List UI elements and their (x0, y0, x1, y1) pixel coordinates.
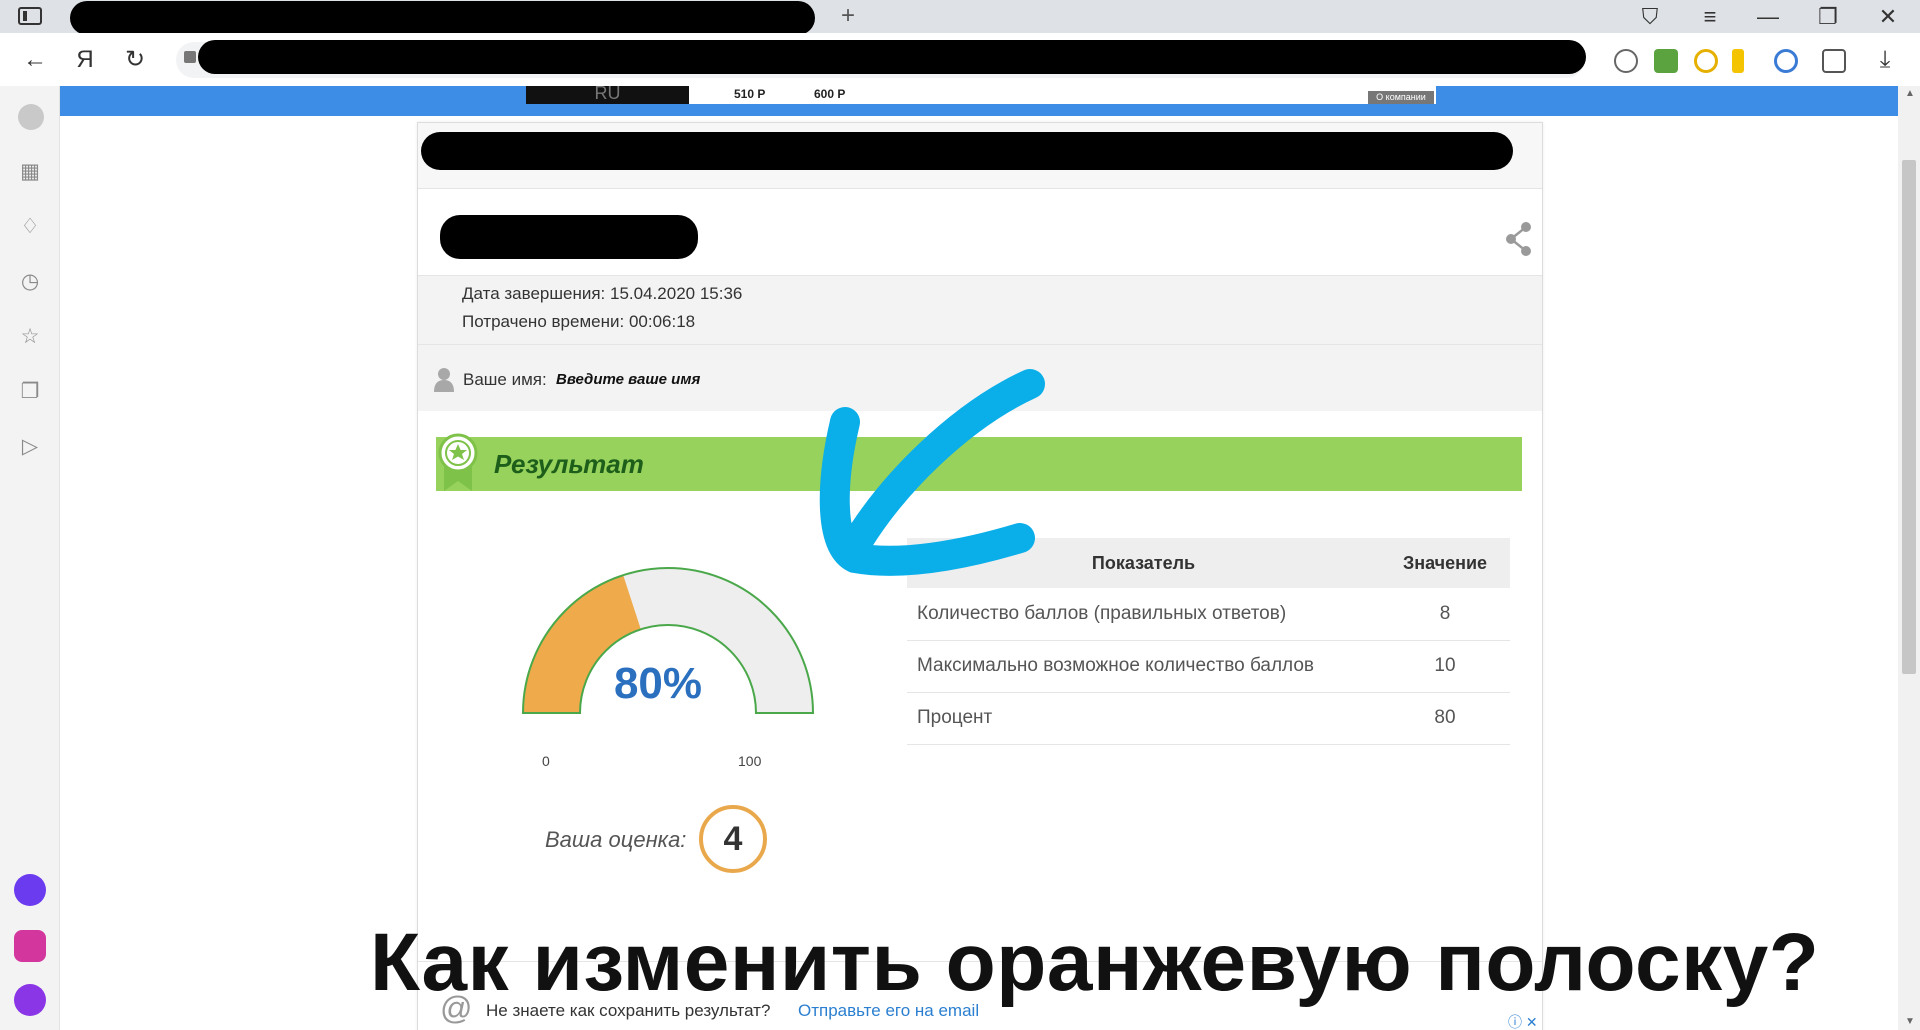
ad-price: 600 Р (814, 87, 846, 101)
extension-chat-icon[interactable] (1822, 49, 1846, 73)
bookmarks-star-icon[interactable]: ☆ (18, 325, 42, 349)
column-header-metric: Показатель (907, 538, 1380, 588)
time-spent-value: 00:06:18 (628, 312, 696, 331)
ad-price: 510 Р (734, 87, 766, 101)
new-tab-button[interactable]: + (836, 2, 860, 30)
result-title: Результат (494, 449, 644, 479)
finish-date-label: Дата завершения: (462, 284, 606, 303)
name-row: Ваше имя: Введите ваше имя (418, 345, 1542, 411)
extension-puzzle-icon[interactable] (1654, 49, 1678, 73)
redacted-tab (70, 1, 815, 35)
row-value: 10 (1380, 640, 1510, 693)
table-row: Количество баллов (правильных ответов) 8 (907, 588, 1510, 641)
about-company-button[interactable]: О компании (1368, 91, 1434, 104)
redacted-heading (440, 215, 698, 259)
name-input[interactable]: Введите ваше имя (556, 371, 700, 388)
row-value: 80 (1380, 692, 1510, 745)
completion-info: Дата завершения: 15.04.2020 15:36 Потрач… (418, 275, 1542, 345)
history-clock-icon[interactable]: ◷ (18, 270, 42, 294)
test-result-card: Дата завершения: 15.04.2020 15:36 Потрач… (417, 122, 1543, 1030)
lock-icon (184, 51, 196, 63)
tab-bar: + ⛉ ≡ — ❐ ✕ (0, 0, 1920, 35)
finish-date-value: 15.04.2020 15:36 (610, 284, 743, 303)
score-gauge (521, 567, 815, 714)
row-value: 8 (1380, 588, 1510, 641)
video-play-icon[interactable]: ▷ (18, 435, 42, 459)
ad-logo: RU (526, 86, 689, 104)
name-label: Ваше имя: (463, 370, 547, 389)
extension-drop-icon[interactable] (1774, 49, 1798, 73)
row-label: Процент (907, 692, 1380, 745)
page-viewport: RU 510 Р 600 Р О компании Дата завершени… (60, 86, 1900, 1030)
scroll-up-arrow[interactable]: ▲ (1903, 88, 1917, 99)
gauge-min-label: 0 (542, 753, 550, 769)
download-icon[interactable]: ⤓ (1870, 45, 1900, 75)
assistant-app-icon[interactable] (14, 984, 46, 1016)
column-header-value: Значение (1380, 538, 1510, 588)
award-ribbon-icon (438, 433, 478, 491)
messenger-app-icon[interactable] (14, 930, 46, 962)
result-header-bar: Результат (436, 437, 1522, 491)
result-table: Показатель Значение Количество баллов (п… (907, 538, 1510, 745)
user-icon (434, 368, 454, 392)
time-spent-label: Потрачено времени: (462, 312, 625, 331)
redacted-test-title (421, 132, 1513, 170)
scrollbar-thumb[interactable] (1902, 160, 1916, 674)
score-label: Ваша оценка: (545, 827, 687, 852)
back-button[interactable]: ← (20, 45, 50, 75)
yandex-button[interactable]: Я (70, 45, 100, 75)
table-row: Процент 80 (907, 692, 1510, 745)
row-label: Максимально возможное количество баллов (907, 640, 1380, 693)
close-window-button[interactable]: ✕ (1870, 3, 1906, 31)
finish-date: Дата завершения: 15.04.2020 15:36 (462, 284, 742, 304)
alice-app-icon[interactable] (14, 874, 46, 906)
bookmarks-icon[interactable]: ⛉ (1632, 3, 1668, 31)
ad-close-icon[interactable]: ⓘ ✕ (1508, 1012, 1538, 1030)
extension-a-icon[interactable] (1614, 49, 1638, 73)
reload-button[interactable]: ↻ (120, 45, 150, 75)
row-label: Количество баллов (правильных ответов) (907, 588, 1380, 641)
table-row: Максимально возможное количество баллов … (907, 640, 1510, 693)
gauge-percent: 80% (613, 659, 703, 708)
scroll-down-arrow[interactable]: ▼ (1903, 1016, 1917, 1027)
extension-bar-icon[interactable] (1732, 49, 1744, 73)
profile-avatar-icon[interactable] (18, 104, 44, 130)
time-spent: Потрачено времени: 00:06:18 (462, 312, 695, 332)
apps-grid-icon[interactable]: ▦ (18, 160, 42, 184)
menu-icon[interactable]: ≡ (1692, 3, 1728, 31)
share-icon[interactable] (1504, 221, 1534, 257)
gauge-max-label: 100 (738, 753, 762, 769)
redacted-url (198, 40, 1586, 74)
question-caption: Как изменить оранжевую полоску? (370, 917, 1820, 1008)
collections-icon[interactable]: ❐ (18, 380, 42, 404)
browser-sidebar: ▦ ♢ ◷ ☆ ❐ ▷ (0, 86, 60, 1030)
notifications-bell-icon[interactable]: ♢ (18, 215, 42, 239)
sidebar-toggle-icon[interactable] (18, 7, 42, 25)
table-header-row: Показатель Значение (907, 538, 1510, 588)
score-badge: 4 (699, 805, 767, 873)
minimize-button[interactable]: — (1750, 3, 1786, 31)
restore-button[interactable]: ❐ (1810, 3, 1846, 31)
extension-coin-icon[interactable] (1694, 49, 1718, 73)
